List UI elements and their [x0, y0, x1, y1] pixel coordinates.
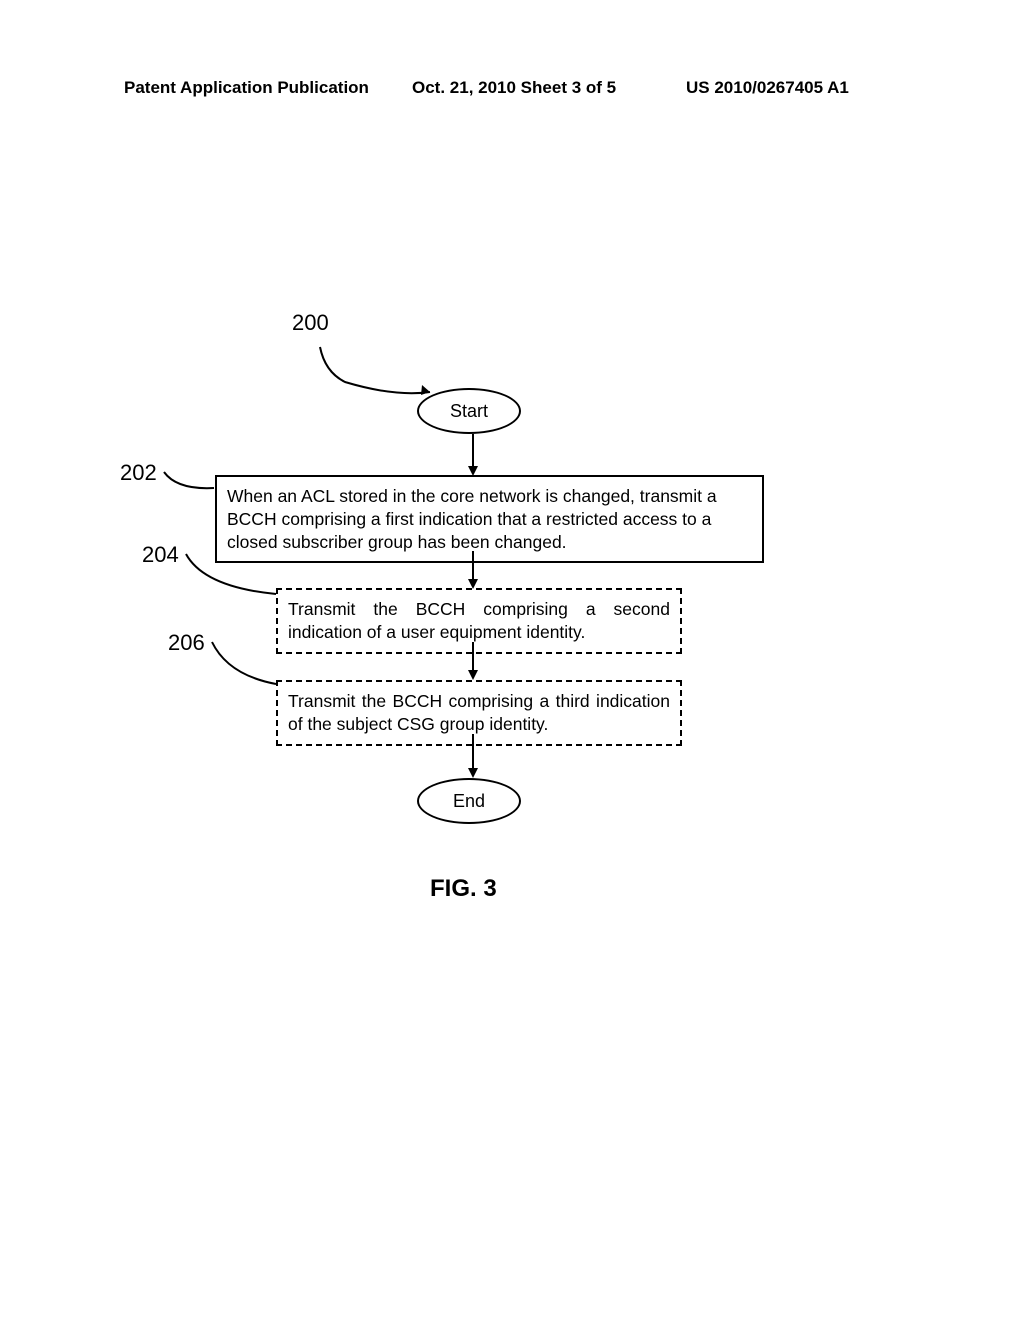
arrow-206-to-end [467, 734, 479, 780]
arrow-start-to-202 [467, 434, 479, 478]
flowchart-start: Start [417, 388, 521, 434]
reference-numeral-200: 200 [292, 310, 329, 336]
arrow-202-to-204 [467, 551, 479, 591]
header-date-sheet: Oct. 21, 2010 Sheet 3 of 5 [412, 78, 616, 98]
end-label: End [453, 791, 485, 812]
leader-line-202 [162, 470, 222, 500]
step-202-text: When an ACL stored in the core network i… [227, 486, 717, 552]
step-206-text: Transmit the BCCH comprising a third ind… [288, 691, 670, 734]
figure-caption: FIG. 3 [430, 875, 497, 903]
arrow-204-to-206 [467, 642, 479, 682]
header-publication-type: Patent Application Publication [124, 78, 369, 98]
reference-numeral-206: 206 [168, 630, 205, 656]
leader-line-204 [184, 552, 280, 602]
start-label: Start [450, 401, 488, 422]
flowchart-step-206: Transmit the BCCH comprising a third ind… [276, 680, 682, 746]
reference-numeral-202: 202 [120, 460, 157, 486]
leader-line-206 [210, 640, 282, 690]
flowchart-step-204: Transmit the BCCH comprising a second in… [276, 588, 682, 654]
leader-line-200 [315, 342, 435, 402]
header-publication-number: US 2010/0267405 A1 [686, 78, 849, 98]
flowchart-step-202: When an ACL stored in the core network i… [215, 475, 764, 563]
reference-numeral-204: 204 [142, 542, 179, 568]
flowchart-end: End [417, 778, 521, 824]
step-204-text: Transmit the BCCH comprising a second in… [288, 599, 670, 642]
